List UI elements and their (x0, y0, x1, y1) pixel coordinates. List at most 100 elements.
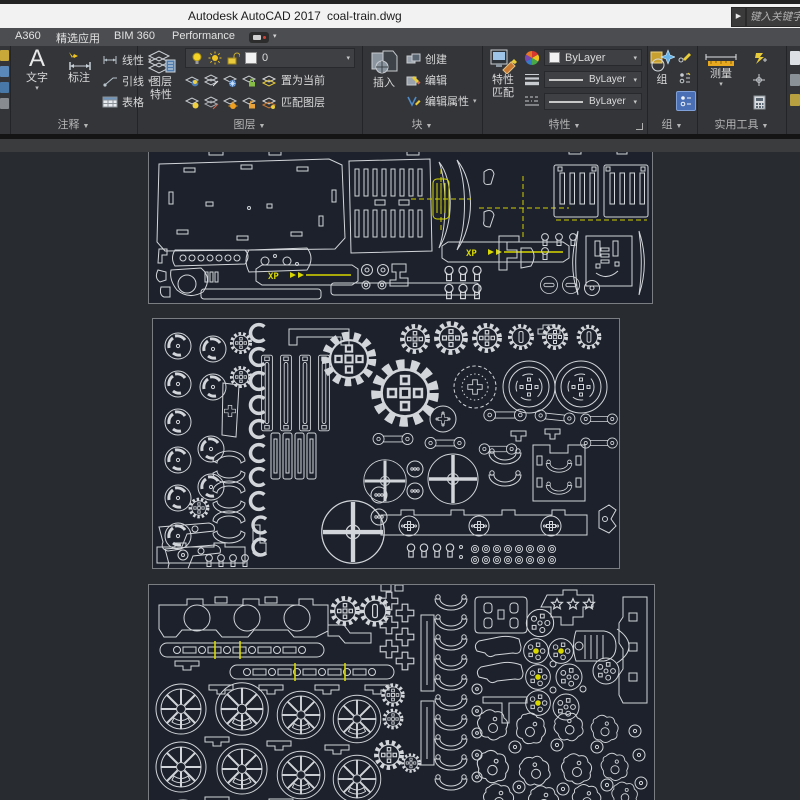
chevron-down-icon: ▼ (574, 123, 581, 130)
chevron-down-icon: ▼ (676, 123, 683, 130)
toolbar-spacer (0, 139, 800, 152)
letter-a-icon: A (29, 46, 45, 72)
drawing-canvas[interactable]: XP XP (0, 152, 800, 800)
sheet1-tender-parts[interactable]: XP XP (148, 152, 653, 304)
xp-label-2: XP (466, 249, 477, 259)
panel-clipped-right (786, 46, 800, 134)
linetype-icon[interactable] (524, 94, 540, 108)
set-current-button[interactable]: 置为当前 (261, 72, 325, 88)
linetype-sample (549, 101, 583, 103)
properties-panel-label[interactable]: 特性▼ (482, 116, 647, 132)
chevron-down-icon: ▾ (633, 54, 637, 62)
sheet2-gear-parts[interactable] (152, 318, 620, 569)
file-name: coal-train.dwg (327, 9, 402, 23)
group-button[interactable]: 组 (648, 48, 676, 87)
match-layer-button[interactable]: 匹配图层 (261, 94, 325, 110)
sheet2-drawing (153, 319, 619, 568)
chevron-down-icon: ▾ (633, 98, 637, 106)
chevron-down-icon: ▼ (762, 123, 769, 130)
clipped-icon[interactable] (790, 94, 800, 106)
layers-panel-label[interactable]: 图层▼ (137, 116, 362, 132)
chevron-down-icon: ▾ (346, 54, 350, 62)
layer-unisolate-icon[interactable] (204, 95, 219, 110)
panel-block: 插入 创建 编辑 编辑属性 ▾ 块▼ (362, 46, 483, 134)
color-swatch (549, 52, 560, 63)
clipped-icon[interactable] (0, 50, 9, 61)
group-edit-button[interactable] (676, 49, 694, 65)
search-input[interactable] (746, 7, 800, 27)
point-marker-button[interactable] (749, 71, 769, 89)
title-bar: Autodesk AutoCAD 2017 coal-train.dwg ▶ (0, 4, 800, 29)
insert-button[interactable]: 插入 (366, 49, 402, 90)
layer-off-icon[interactable] (185, 73, 200, 88)
annotate-panel-label[interactable]: 注释▼ (10, 116, 137, 132)
connect-icon[interactable] (249, 32, 269, 43)
layer-properties-button[interactable]: 图层 特性 (141, 48, 181, 102)
layer-unlock-icon[interactable] (242, 95, 257, 110)
object-color-select[interactable]: ByLayer ▾ (544, 49, 642, 66)
edit-attributes-button[interactable]: 编辑属性 ▾ (406, 93, 477, 109)
properties-dialog-launcher-icon[interactable] (636, 123, 643, 130)
tab-bim360[interactable]: BIM 360 (114, 30, 155, 42)
clipped-icon[interactable] (0, 66, 9, 77)
panel-properties: 特性 匹配 ByLayer ▾ (482, 46, 648, 134)
lineweight-select[interactable]: ByLayer ▾ (544, 71, 642, 88)
create-block-button[interactable]: 创建 (406, 51, 447, 67)
search-go-button[interactable]: ▶ (731, 7, 746, 27)
chevron-down-icon[interactable]: ▾ (273, 32, 277, 40)
text-button[interactable]: A 文字 ▾ (18, 46, 56, 92)
ruler-icon (704, 50, 738, 68)
edit-block-button[interactable]: 编辑 (406, 72, 447, 88)
edit-attributes-icon (406, 95, 421, 107)
layer-color-swatch (245, 52, 257, 64)
quick-calculator-button[interactable] (749, 93, 769, 111)
chevron-down-icon: ▾ (35, 85, 39, 92)
ribbon: A 文字 ▾ 标注 线性 ▾ (0, 46, 800, 134)
layer-thaw-icon[interactable] (223, 95, 238, 110)
group-icon (649, 48, 675, 74)
sheet3-drawing (149, 585, 654, 800)
ungroup-button[interactable] (676, 70, 694, 86)
block-panel-label[interactable]: 块▼ (362, 116, 482, 132)
clipped-icon[interactable] (790, 51, 800, 65)
chevron-down-icon: ▾ (473, 97, 477, 105)
panel-utilities: 测量 ▾ 实用工具▼ (697, 46, 787, 134)
insert-block-icon (369, 49, 399, 77)
panel-group: 组 组▼ (647, 46, 698, 134)
lineweight-icon[interactable] (524, 72, 540, 86)
measure-button[interactable]: 测量 ▾ (701, 50, 741, 88)
unlock-icon (226, 51, 240, 65)
sheet3-wheel-parts[interactable] (148, 584, 655, 800)
clipped-icon[interactable] (790, 74, 800, 86)
group-panel-label[interactable]: 组▼ (647, 116, 697, 132)
create-block-icon (406, 53, 421, 65)
current-layer-name: 0 (262, 52, 268, 64)
tab-featured-apps[interactable]: 精选应用 (56, 30, 100, 46)
clipped-icon[interactable] (0, 82, 9, 93)
layer-freeze-icon[interactable] (223, 73, 238, 88)
group-selection-toggle[interactable] (676, 91, 696, 111)
layer-on-icon[interactable] (185, 95, 200, 110)
layer-select[interactable]: 0 ▾ (185, 48, 355, 68)
match-properties-button[interactable]: 特性 匹配 (485, 48, 521, 100)
linear-dimension-icon (102, 55, 118, 65)
edit-block-icon (406, 74, 421, 86)
dimension-icon (65, 48, 93, 72)
clipped-icon[interactable] (0, 98, 9, 109)
tab-a360[interactable]: A360 (15, 30, 41, 42)
layer-isolate-icon[interactable] (204, 73, 219, 88)
dimension-button[interactable]: 标注 (60, 48, 98, 85)
utilities-panel-label[interactable]: 实用工具▼ (697, 116, 786, 132)
ribbon-tab-bar: A360 精选应用 BIM 360 Performance ▾ (0, 28, 800, 46)
set-current-icon (261, 73, 277, 88)
panel-annotate: A 文字 ▾ 标注 线性 ▾ (10, 46, 138, 134)
id-point-button[interactable] (749, 49, 769, 67)
linetype-select[interactable]: ByLayer ▾ (544, 93, 642, 110)
layer-tools-row2: 匹配图层 (185, 94, 325, 110)
app-title: Autodesk AutoCAD 2017 (188, 9, 321, 23)
tab-performance[interactable]: Performance (172, 30, 235, 42)
chevron-down-icon: ▾ (633, 76, 637, 84)
layer-lock-icon[interactable] (242, 73, 257, 88)
color-wheel-icon[interactable] (524, 50, 540, 66)
autocad-window: Autodesk AutoCAD 2017 coal-train.dwg ▶ A… (0, 0, 800, 800)
